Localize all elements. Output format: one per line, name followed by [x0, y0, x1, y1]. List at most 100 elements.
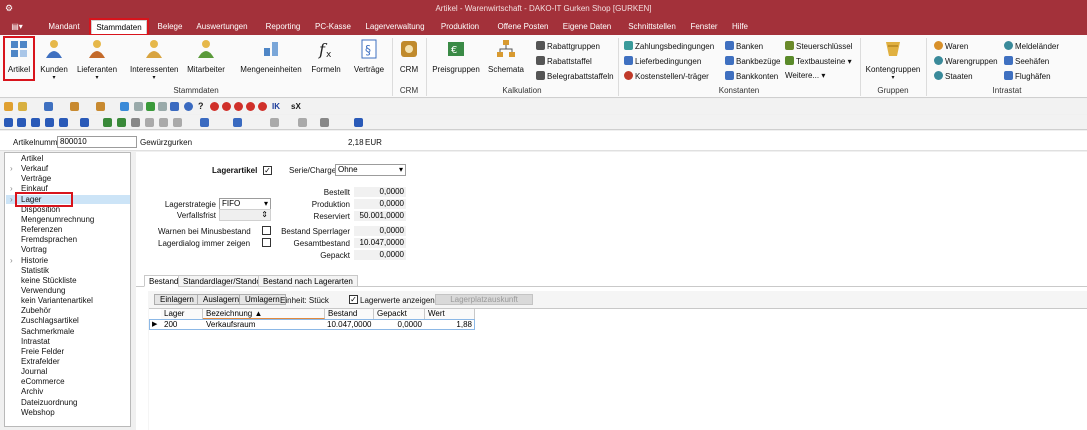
menu-eigene-daten[interactable]: Eigene Daten: [560, 20, 614, 34]
waren-link[interactable]: Waren: [934, 41, 968, 51]
rabattgruppen-link[interactable]: Rabattgruppen: [536, 41, 600, 51]
nav-item-extrafelder[interactable]: Extrafelder: [21, 357, 60, 366]
filter-icon[interactable]: [18, 102, 27, 111]
nav-item-archiv[interactable]: Archiv: [21, 387, 43, 396]
bankbezuege-link[interactable]: Bankbezüge: [725, 56, 780, 66]
cell-bestand[interactable]: 10.047,0000: [325, 320, 373, 330]
pin-icon[interactable]: [200, 118, 209, 127]
belegrabattstaffeln-link[interactable]: Belegrabattstaffeln: [536, 71, 614, 81]
artikelnummer-input[interactable]: 800010: [57, 136, 137, 148]
page-icon[interactable]: [158, 102, 167, 111]
menu-offene-posten[interactable]: Offene Posten: [494, 20, 552, 34]
cell-gepackt[interactable]: 0,0000: [374, 320, 424, 330]
col-bestand[interactable]: Bestand: [325, 309, 374, 319]
nav-item-zuschlagsartikel[interactable]: Zuschlagsartikel: [21, 316, 79, 325]
warengruppen-link[interactable]: Warengruppen: [934, 56, 998, 66]
nav-item-vortrag[interactable]: Vortrag: [21, 245, 47, 254]
reload-icon[interactable]: [103, 118, 112, 127]
expand-arrow-icon[interactable]: ›: [10, 256, 13, 265]
print-icon[interactable]: [298, 118, 307, 127]
previous-record-icon[interactable]: [17, 118, 26, 127]
schemata-button[interactable]: Schemata: [487, 38, 525, 74]
save-disk-icon[interactable]: [354, 118, 363, 127]
verfallsfrist-stepper[interactable]: ⇕: [219, 209, 271, 221]
banken-link[interactable]: Banken: [725, 41, 763, 51]
einlagern-button[interactable]: Einlagern: [154, 294, 200, 305]
warnen-checkbox[interactable]: [262, 226, 271, 235]
nav-item-webshop[interactable]: Webshop: [21, 408, 55, 417]
next-record-icon[interactable]: [45, 118, 54, 127]
grid-icon[interactable]: [80, 118, 89, 127]
funnel-icon[interactable]: [233, 118, 242, 127]
interessenten-button[interactable]: Interessenten ▾: [130, 38, 178, 81]
formeln-button[interactable]: fx Formeln: [310, 38, 342, 74]
seehaefen-link[interactable]: Seehäfen: [1004, 56, 1049, 66]
save-icon[interactable]: [131, 118, 140, 127]
first-record-icon[interactable]: [4, 118, 13, 127]
umlagern-button[interactable]: Umlagern: [239, 294, 286, 305]
nav-item-disposition[interactable]: Disposition: [21, 205, 60, 214]
help-icon[interactable]: ?: [198, 101, 204, 111]
nav-item-statistik[interactable]: Statistik: [21, 266, 49, 275]
lagerdialog-checkbox[interactable]: [262, 238, 271, 247]
archive-icon[interactable]: [170, 102, 179, 111]
nav-item-kein-variantenartikel[interactable]: kein Variantenartikel: [21, 296, 93, 305]
preisgruppen-button[interactable]: € Preisgruppen: [431, 38, 481, 74]
nav-item-ecommerce[interactable]: eCommerce: [21, 377, 65, 386]
nav-item-verträge[interactable]: Verträge: [21, 174, 51, 183]
stop-icon[interactable]: [258, 102, 267, 111]
meldelaender-link[interactable]: Meldeländer: [1004, 41, 1059, 51]
save-disabled-icon[interactable]: [145, 118, 154, 127]
menu-auswertungen[interactable]: Auswertungen: [194, 20, 250, 34]
steuerschluessel-link[interactable]: Steuerschlüssel: [785, 41, 852, 51]
sx-button[interactable]: sX: [291, 102, 301, 111]
menu-produktion[interactable]: Produktion: [436, 20, 484, 34]
auslagern-button[interactable]: Auslagern: [197, 294, 246, 305]
col-gepackt[interactable]: Gepackt: [374, 309, 425, 319]
menu-reporting[interactable]: Reporting: [260, 20, 306, 34]
mitarbeiter-button[interactable]: Mitarbeiter: [185, 38, 227, 74]
quick-access-icon[interactable]: ▤▾: [6, 20, 28, 34]
lagerplatzauskunft-button[interactable]: Lagerplatzauskunft: [435, 294, 533, 305]
weitere-link[interactable]: Weitere... ▾: [785, 71, 825, 80]
col-lager[interactable]: Lager: [161, 309, 203, 319]
nav-item-zubehör[interactable]: Zubehör: [21, 306, 51, 315]
crm-button[interactable]: CRM: [397, 38, 421, 74]
kontengruppen-button[interactable]: Kontengruppen ▾: [864, 38, 922, 81]
nav-item-fremdsprachen[interactable]: Fremdsprachen: [21, 235, 77, 244]
person-icon[interactable]: [70, 102, 79, 111]
nav-item-verwendung[interactable]: Verwendung: [21, 286, 65, 295]
lieferbedingungen-link[interactable]: Lieferbedingungen: [624, 56, 701, 66]
cell-bezeichnung[interactable]: Verkaufsraum: [204, 320, 324, 330]
col-bezeichnung[interactable]: Bezeichnung ▲: [203, 309, 325, 319]
person-icon[interactable]: [96, 102, 105, 111]
nav-item-keine-stückliste[interactable]: keine Stückliste: [21, 276, 77, 285]
expand-arrow-icon[interactable]: ›: [10, 164, 13, 173]
nav-item-sachmerkmale[interactable]: Sachmerkmale: [21, 327, 74, 336]
nav-item-mengenumrechnung[interactable]: Mengenumrechnung: [21, 215, 94, 224]
tab-bestand-lagerarten[interactable]: Bestand nach Lagerarten: [258, 275, 358, 287]
tab-standardlager[interactable]: Standardlager/Standort: [178, 275, 271, 287]
lagerartikel-checkbox[interactable]: ✓: [263, 166, 272, 175]
menu-lagerverwaltung[interactable]: Lagerverwaltung: [363, 20, 427, 34]
mengeneinheiten-button[interactable]: Mengeneinheiten: [240, 38, 302, 74]
stop-icon[interactable]: [234, 102, 243, 111]
nav-item-freie-felder[interactable]: Freie Felder: [21, 347, 64, 356]
zahlungsbedingungen-link[interactable]: Zahlungsbedingungen: [624, 41, 714, 51]
stop-icon[interactable]: [246, 102, 255, 111]
menu-fenster[interactable]: Fenster: [688, 20, 720, 34]
nav-item-artikel[interactable]: Artikel: [21, 154, 43, 163]
refresh-icon[interactable]: [31, 118, 40, 127]
col-wert[interactable]: Wert: [425, 309, 475, 319]
menu-mandant[interactable]: Mandant: [42, 20, 86, 34]
kostenstellen-link[interactable]: Kostenstellen/-träger: [624, 71, 709, 81]
nav-item-intrastat[interactable]: Intrastat: [21, 337, 50, 346]
sort-icon[interactable]: [270, 118, 279, 127]
vertraege-button[interactable]: § Verträge: [352, 38, 386, 74]
ik-button[interactable]: IK: [272, 102, 280, 111]
nav-item-referenzen[interactable]: Referenzen: [21, 225, 62, 234]
printer-icon[interactable]: [320, 118, 329, 127]
nav-item-historie[interactable]: Historie: [21, 256, 48, 265]
structure-icon[interactable]: [44, 102, 53, 111]
undo-icon[interactable]: [159, 118, 168, 127]
